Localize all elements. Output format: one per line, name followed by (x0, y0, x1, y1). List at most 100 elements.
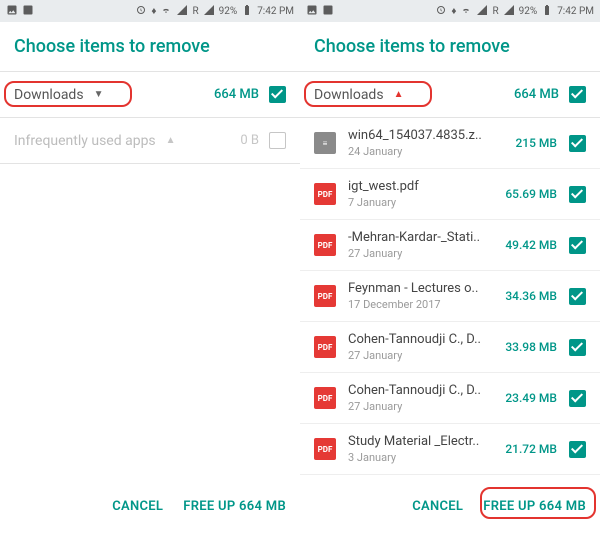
list-item[interactable]: PDF Cohen-Tannoudji C., D.. 27 January 33.9… (300, 322, 600, 373)
item-date: 7 January (348, 196, 493, 209)
item-name: igt_west.pdf (348, 179, 493, 194)
status-bar: ♦ R 92% 7:42 PM (300, 0, 600, 22)
item-date: 27 January (348, 349, 493, 362)
list-item[interactable]: ≡ win64_154037.4835.z.. 24 January 215 MB (300, 118, 600, 169)
network-label: R (492, 6, 498, 17)
item-checkbox[interactable] (569, 237, 586, 254)
apps-size: 0 B (240, 133, 259, 148)
item-checkbox[interactable] (569, 186, 586, 203)
item-date: 27 January (348, 400, 493, 413)
item-text: win64_154037.4835.z.. 24 January (348, 128, 503, 158)
app-icon (322, 4, 334, 19)
downloads-size: 664 MB (214, 87, 259, 102)
pane-left: ♦ R 92% 7:42 PM Choose items to remove D… (0, 0, 300, 533)
item-name: Feynman - Lectures o.. (348, 281, 493, 296)
battery-icon (241, 4, 253, 19)
pdf-icon: PDF (314, 234, 336, 256)
signal-icon (476, 4, 488, 19)
signal-icon-2 (203, 4, 215, 19)
list-item[interactable]: PDF igt_west.pdf 7 January 65.69 MB (300, 169, 600, 220)
battery-icon (541, 4, 553, 19)
list-item[interactable]: PDF -Mehran-Kardar-_Stati.. 27 January 49.4… (300, 220, 600, 271)
item-name: Study Material _Electr.. (348, 434, 493, 449)
item-text: Feynman - Lectures o.. 17 December 2017 (348, 281, 493, 311)
item-size: 65.69 MB (505, 187, 557, 201)
downloads-section-header[interactable]: Downloads ▲ 664 MB (300, 72, 600, 117)
status-time: 7:42 PM (257, 6, 294, 17)
pdf-icon: PDF (314, 387, 336, 409)
pdf-icon: PDF (314, 183, 336, 205)
item-checkbox[interactable] (569, 390, 586, 407)
item-date: 27 January (348, 247, 493, 260)
location-icon: ♦ (451, 6, 456, 17)
alarm-icon (435, 4, 447, 19)
item-date: 3 January (348, 451, 493, 464)
downloads-section-header[interactable]: Downloads ▼ 664 MB (0, 72, 300, 117)
confirm-button[interactable]: FREE UP 664 MB (483, 499, 586, 514)
cancel-button[interactable]: CANCEL (112, 499, 163, 514)
downloads-checkbox[interactable] (269, 86, 286, 103)
gallery-icon (306, 4, 318, 19)
item-name: Cohen-Tannoudji C., D.. (348, 332, 493, 347)
app-icon (22, 4, 34, 19)
apps-section-header[interactable]: Infrequently used apps ▲ 0 B (0, 118, 300, 163)
page-title: Choose items to remove (300, 22, 600, 71)
downloads-label: Downloads (14, 87, 84, 103)
item-size: 34.36 MB (505, 289, 557, 303)
list-item[interactable]: PDF Study Material _Electr.. 3 January 21.7… (300, 424, 600, 475)
list-item[interactable]: PDF Feynman - Lectures o.. 17 December 201… (300, 271, 600, 322)
downloads-label: Downloads (314, 87, 384, 103)
item-text: Cohen-Tannoudji C., D.. 27 January (348, 383, 493, 413)
network-label: R (192, 6, 198, 17)
item-checkbox[interactable] (569, 288, 586, 305)
item-date: 24 January (348, 145, 503, 158)
alarm-icon (135, 4, 147, 19)
signal-icon (176, 4, 188, 19)
item-size: 21.72 MB (505, 442, 557, 456)
item-checkbox[interactable] (569, 339, 586, 356)
battery-pct: 92% (519, 6, 538, 17)
cancel-button[interactable]: CANCEL (412, 499, 463, 514)
item-date: 17 December 2017 (348, 298, 493, 311)
item-name: win64_154037.4835.z.. (348, 128, 503, 143)
button-bar: CANCEL FREE UP 664 MB (0, 479, 300, 533)
downloads-checkbox[interactable] (569, 86, 586, 103)
item-name: Cohen-Tannoudji C., D.. (348, 383, 493, 398)
chevron-up-icon: ▲ (394, 89, 404, 100)
pdf-icon: PDF (314, 336, 336, 358)
apps-checkbox[interactable] (269, 132, 286, 149)
location-icon: ♦ (151, 6, 156, 17)
battery-pct: 92% (219, 6, 238, 17)
pdf-icon: PDF (314, 438, 336, 460)
wifi-icon (160, 4, 172, 19)
zip-icon: ≡ (314, 132, 336, 154)
pane-right: ♦ R 92% 7:42 PM Choose items to remove D… (300, 0, 600, 533)
item-text: igt_west.pdf 7 January (348, 179, 493, 209)
gallery-icon (6, 4, 18, 19)
items-list: ≡ win64_154037.4835.z.. 24 January 215 MB PD… (300, 118, 600, 479)
item-text: Cohen-Tannoudji C., D.. 27 January (348, 332, 493, 362)
item-size: 33.98 MB (505, 340, 557, 354)
item-size: 49.42 MB (505, 238, 557, 252)
chevron-down-icon: ▼ (94, 89, 104, 100)
item-checkbox[interactable] (569, 135, 586, 152)
chevron-up-icon: ▲ (166, 135, 176, 146)
apps-label: Infrequently used apps (14, 133, 156, 149)
list-item[interactable]: PDF Cohen-Tannoudji C., D.. 27 January 23.4… (300, 373, 600, 424)
item-text: Study Material _Electr.. 3 January (348, 434, 493, 464)
downloads-size: 664 MB (514, 87, 559, 102)
signal-icon-2 (503, 4, 515, 19)
item-size: 23.49 MB (505, 391, 557, 405)
item-name: -Mehran-Kardar-_Stati.. (348, 230, 493, 245)
button-bar: CANCEL FREE UP 664 MB (300, 479, 600, 533)
item-checkbox[interactable] (569, 441, 586, 458)
status-time: 7:42 PM (557, 6, 594, 17)
item-text: -Mehran-Kardar-_Stati.. 27 January (348, 230, 493, 260)
pdf-icon: PDF (314, 285, 336, 307)
page-title: Choose items to remove (0, 22, 300, 71)
spacer (0, 164, 300, 479)
item-size: 215 MB (515, 136, 557, 150)
status-bar: ♦ R 92% 7:42 PM (0, 0, 300, 22)
wifi-icon (460, 4, 472, 19)
confirm-button[interactable]: FREE UP 664 MB (183, 499, 286, 514)
